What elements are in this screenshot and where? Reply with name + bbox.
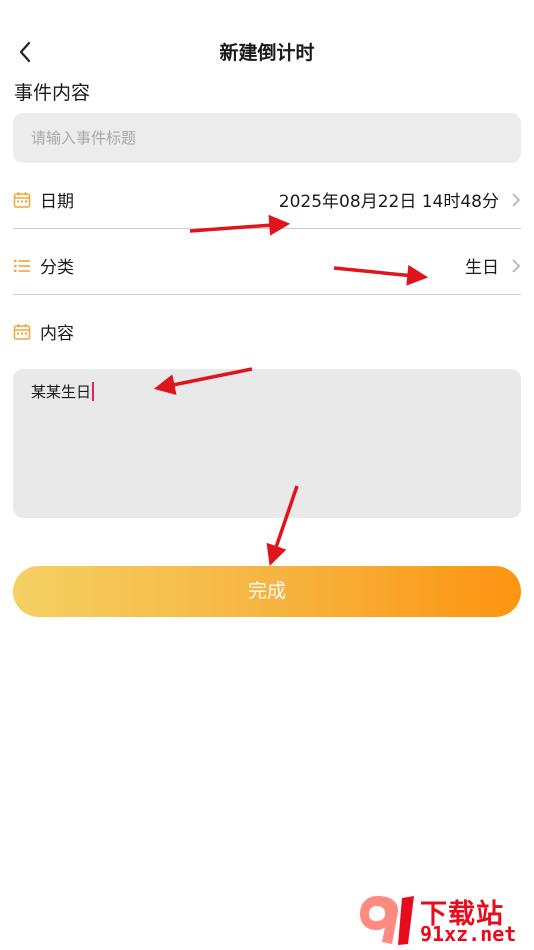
content-textarea[interactable]: 某某生日	[13, 369, 521, 518]
watermark-url: 91xz.net	[420, 922, 517, 946]
chevron-right-icon	[512, 193, 521, 207]
event-title-input[interactable]	[13, 113, 521, 163]
content-text: 某某生日	[31, 383, 92, 401]
calendar-icon	[13, 324, 31, 340]
text-caret	[92, 382, 95, 401]
chevron-right-icon	[512, 259, 521, 273]
list-icon	[14, 260, 30, 272]
date-label: 日期	[40, 192, 74, 212]
content-label: 内容	[40, 324, 74, 344]
divider	[13, 294, 521, 295]
content-row: 内容	[13, 309, 521, 357]
calendar-icon	[13, 192, 31, 208]
category-label: 分类	[40, 258, 74, 278]
category-row[interactable]: 分类 生日	[13, 243, 521, 291]
divider	[13, 228, 521, 229]
page-title: 新建倒计时	[219, 42, 315, 64]
category-value: 生日	[465, 258, 499, 278]
watermark-logo-icon	[360, 896, 414, 945]
watermark: 下载站 91xz.net	[358, 892, 528, 948]
date-value: 2025年08月22日 14时48分	[278, 192, 499, 212]
done-button[interactable]: 完成	[13, 566, 521, 617]
event-content-label: 事件内容	[14, 82, 91, 104]
date-row[interactable]: 日期 2025年08月22日 14时48分	[13, 177, 521, 225]
